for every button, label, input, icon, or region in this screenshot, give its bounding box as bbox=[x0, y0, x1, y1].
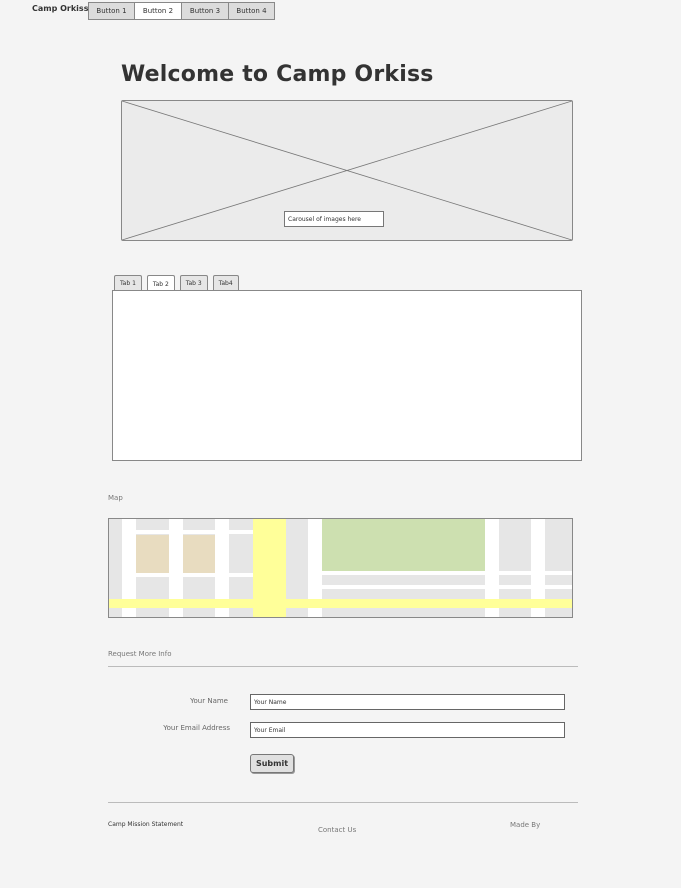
map-graphic bbox=[109, 519, 572, 617]
submit-button[interactable]: Submit bbox=[250, 754, 294, 773]
email-label: Your Email Address bbox=[163, 724, 230, 732]
email-input[interactable] bbox=[250, 722, 565, 738]
brand-name: Camp Orkiss bbox=[32, 4, 89, 13]
map-label: Map bbox=[108, 494, 123, 502]
top-nav: Button 1 Button 2 Button 3 Button 4 bbox=[88, 2, 275, 20]
tab-3[interactable]: Tab 3 bbox=[179, 275, 208, 291]
image-carousel[interactable]: Carousel of images here bbox=[121, 100, 573, 241]
nav-button-4[interactable]: Button 4 bbox=[229, 2, 275, 20]
nav-button-2[interactable]: Button 2 bbox=[135, 2, 182, 20]
page-title: Welcome to Camp Orkiss bbox=[121, 62, 434, 87]
mission-statement-link[interactable]: Camp Mission Statement bbox=[108, 821, 183, 828]
tab-content-panel bbox=[112, 290, 582, 461]
tab-4[interactable]: Tab4 bbox=[212, 275, 239, 291]
form-divider bbox=[108, 666, 578, 667]
made-by-text: Made By bbox=[510, 821, 541, 829]
map-widget[interactable] bbox=[108, 518, 573, 618]
name-input[interactable] bbox=[250, 694, 565, 710]
form-heading: Request More Info bbox=[108, 650, 172, 658]
carousel-caption: Carousel of images here bbox=[284, 211, 384, 227]
nav-button-1[interactable]: Button 1 bbox=[88, 2, 135, 20]
name-label: Your Name bbox=[190, 697, 228, 705]
nav-button-3[interactable]: Button 3 bbox=[182, 2, 229, 20]
footer-divider bbox=[108, 802, 578, 803]
tab-1[interactable]: Tab 1 bbox=[114, 275, 142, 291]
contact-us-link[interactable]: Contact Us bbox=[318, 826, 356, 834]
